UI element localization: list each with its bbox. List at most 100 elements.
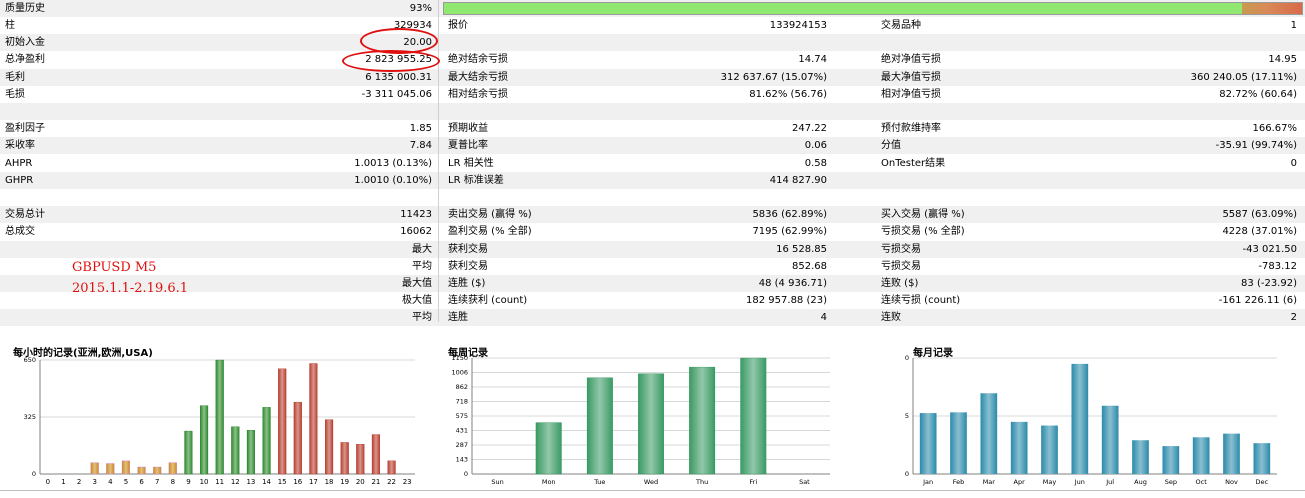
y-tick-label: 0 (32, 470, 36, 478)
stat-value: 81.62% (56.76) (749, 88, 827, 100)
stat-value: 7.84 (409, 140, 432, 152)
hourly-chart-title: 每小时的记录(亚洲,欧洲,USA) (13, 348, 153, 359)
x-tick-label: 9 (186, 478, 190, 486)
stat-value: 1 (1290, 20, 1297, 31)
stat-row (0, 189, 1305, 206)
y-tick-label: 395 (905, 412, 909, 420)
stat-value: 最大值 (402, 278, 432, 289)
x-tick-label: Sun (491, 478, 503, 486)
stat-label: 盈利因子 (5, 123, 45, 135)
stat-value: 2 (1290, 312, 1297, 324)
monthly-chart: 每月记录 0 395 790 Jan Feb Mar Apr May Jun Jul Aug Sep O… (897, 338, 1285, 490)
stat-label: 交易总计 (5, 209, 45, 221)
stat-value: 平均 (412, 260, 432, 272)
bar (262, 407, 271, 475)
x-tick-label: 3 (92, 478, 96, 486)
x-tick-label: Tue (593, 478, 605, 486)
bar (356, 444, 365, 475)
x-tick-label: 8 (171, 478, 175, 486)
stat-value: 133924153 (769, 20, 827, 31)
stat-value: 极大值 (402, 295, 432, 307)
x-tick-label: Fri (749, 478, 757, 486)
x-tick-label: 22 (387, 478, 396, 486)
stat-value: 7195 (62.99%) (752, 226, 827, 238)
x-tick-label: 12 (231, 478, 240, 486)
stat-label: 总成交 (5, 226, 35, 238)
quality-bar (443, 2, 1303, 15)
bar (1071, 363, 1089, 474)
x-tick-label: Apr (1014, 478, 1026, 486)
stat-row: 总成交 16062 盈利交易 (% 全部) 7195 (62.99%) 亏损交易 (% … (0, 223, 1305, 240)
quality-bar-remainder (1241, 3, 1302, 14)
y-tick-label: 1006 (451, 369, 468, 377)
bottom-border (0, 490, 1305, 491)
bar (184, 430, 193, 475)
stat-value: 0.06 (804, 140, 827, 152)
stat-value: 1.0010 (0.10%) (354, 174, 432, 186)
bar (121, 460, 130, 475)
stat-row: 平均 连胜 4 连败 2 (0, 309, 1305, 327)
stat-value: -783.12 (1258, 260, 1297, 272)
stat-value: 247.22 (792, 123, 827, 135)
x-tick-label: Wed (644, 478, 658, 486)
x-tick-label: 0 (46, 478, 50, 486)
hourly-chart-svg: 03256500 1 2 3 4 5 6 7 8 9 10 11 12 13 14 15 16 17 18 19 20 2… (24, 356, 415, 486)
x-tick-label: Aug (1134, 478, 1147, 486)
stat-value: 182 957.88 (23) (746, 295, 827, 307)
quality-value: 93% (409, 3, 432, 14)
bar (309, 363, 318, 475)
weekly-chart: 每周记录 0 143 287 431 575 718 862 1006 1150 Sun Mon Tu… (440, 338, 835, 490)
bar (387, 460, 396, 475)
x-tick-label: 10 (200, 478, 209, 486)
stat-value: 1.85 (409, 123, 432, 135)
x-tick-label: Jan (922, 478, 933, 486)
stat-label: 柱 (5, 20, 15, 31)
x-tick-label: 1 (61, 478, 65, 486)
stat-value: 5836 (62.89%) (752, 209, 827, 221)
stat-value: 14.95 (1268, 54, 1297, 66)
column-separator (438, 0, 439, 322)
x-tick-label: 7 (155, 478, 159, 486)
weekly-chart-title: 每周记录 (448, 348, 488, 359)
stat-value: 312 637.67 (15.07%) (720, 71, 827, 83)
y-tick-label: 862 (456, 383, 468, 391)
bar (1101, 405, 1119, 474)
x-tick-label: 13 (246, 478, 255, 486)
x-tick-label: Feb (953, 478, 965, 486)
stat-row: 毛利 6 135 000.31 最大结余亏损 312 637.67 (15.07%) 最… (0, 68, 1305, 86)
bar (371, 434, 380, 475)
x-tick-label: 18 (325, 478, 334, 486)
stat-value (600, 34, 827, 51)
x-tick-label: 19 (340, 478, 349, 486)
stat-value (200, 103, 432, 120)
bar (90, 462, 99, 475)
y-tick-label: 790 (905, 354, 909, 362)
stat-label: 采收率 (5, 140, 35, 152)
stat-value: 4 (820, 312, 827, 324)
stat-row: 最大 获利交易 16 528.85 亏损交易 -43 021.50 (0, 240, 1305, 258)
bar (535, 422, 562, 475)
quality-row: 质量历史 93% (0, 0, 1305, 17)
stat-value: 最大 (412, 243, 432, 255)
stat-value: 16062 (400, 226, 432, 238)
x-tick-label: Mon (542, 478, 556, 486)
y-tick-label: 431 (456, 427, 468, 435)
stat-value (1050, 189, 1297, 206)
annotation-period: 2015.1.1-2.19.6.1 (72, 281, 189, 296)
stat-value: -43 021.50 (1242, 243, 1297, 255)
x-tick-label: 21 (371, 478, 380, 486)
monthly-chart-svg: 0 395 790 Jan Feb Mar Apr May Jun Jul Aug Sep Oct Nov… (897, 354, 1277, 486)
stat-value: 166.67% (1252, 123, 1298, 135)
stat-label: 初始入金 (5, 37, 45, 49)
bar (153, 466, 162, 475)
stat-value (1050, 172, 1297, 189)
bar (1162, 446, 1180, 474)
annotation-symbol: GBPUSD M5 (72, 260, 157, 275)
x-tick-label: 16 (293, 478, 302, 486)
y-tick-label: 0 (464, 470, 468, 478)
y-tick-label: 325 (24, 413, 36, 421)
x-tick-label: 15 (278, 478, 287, 486)
bar (231, 426, 240, 475)
x-tick-label: 20 (356, 478, 365, 486)
bar (586, 377, 613, 475)
